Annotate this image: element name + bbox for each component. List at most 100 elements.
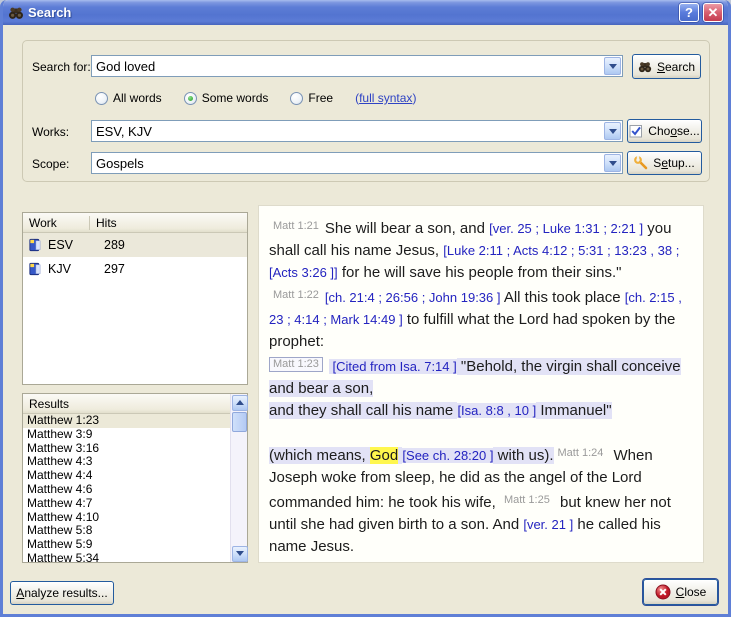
scope-dropdown-button[interactable]	[604, 154, 621, 172]
search-mode-options: All words Some words Free (full syntax)	[95, 91, 416, 105]
radio-label: Free	[308, 91, 333, 105]
table-row[interactable]: ESV 289	[23, 233, 247, 257]
column-header-work: Work	[23, 216, 89, 230]
work-hits: 289	[104, 238, 125, 252]
radio-some-words[interactable]: Some words	[184, 91, 269, 105]
dialog-body: Search for: Search All words	[3, 25, 728, 614]
search-criteria-group: Search for: Search All words	[22, 40, 710, 182]
chevron-down-icon	[236, 551, 244, 556]
close-window-button[interactable]: ✕	[703, 3, 723, 22]
close-button-label: Close	[676, 585, 707, 599]
setup-button[interactable]: Setup...	[627, 151, 702, 175]
help-icon: ?	[685, 5, 693, 20]
verse-paragraph: Matt 1:21 She will bear a son, and [ver. …	[269, 215, 693, 353]
help-button[interactable]: ?	[679, 3, 699, 22]
close-red-icon	[655, 584, 671, 600]
table-row[interactable]: KJV 297	[23, 257, 247, 281]
search-combobox	[91, 55, 623, 77]
scroll-down-button[interactable]	[232, 546, 248, 562]
search-dropdown-button[interactable]	[604, 57, 621, 75]
works-input[interactable]	[92, 124, 603, 139]
verse-preview-pane: Matt 1:21 She will bear a son, and [ver. …	[258, 205, 704, 563]
cross-ref-link[interactable]: [Isa. 8:8 , 10 ]	[457, 403, 536, 418]
checkmark-icon	[629, 124, 643, 138]
radio-label: All words	[113, 91, 162, 105]
results-header-label: Results	[23, 397, 75, 411]
bible-book-icon	[28, 238, 42, 252]
scroll-up-button[interactable]	[232, 395, 248, 411]
result-item[interactable]: Matthew 4:4	[23, 469, 230, 483]
radio-icon	[184, 92, 197, 105]
close-icon: ✕	[708, 5, 719, 21]
verse-text: (which means,	[269, 447, 370, 464]
verse-text: All this took place	[501, 289, 625, 306]
search-input[interactable]	[92, 59, 603, 74]
radio-label: Some words	[202, 91, 269, 105]
radio-icon	[290, 92, 303, 105]
scope-input[interactable]	[92, 156, 603, 171]
scrollbar-thumb[interactable]	[232, 412, 247, 432]
analyze-results-button[interactable]: Analyze results...	[10, 581, 114, 605]
close-button[interactable]: Close	[643, 579, 718, 605]
search-button[interactable]: Search	[632, 54, 701, 79]
choose-button[interactable]: Choose...	[627, 119, 702, 143]
verse-ref: Matt 1:25	[504, 494, 550, 506]
verse-text: with us).	[493, 447, 553, 464]
work-name: KJV	[48, 262, 92, 276]
hits-panel: Work Hits ESV 289 KJV	[22, 212, 248, 385]
verse-ref: Matt 1:21	[273, 220, 319, 232]
bible-book-icon	[28, 262, 42, 276]
result-item[interactable]: Matthew 5:34	[23, 552, 230, 562]
choose-button-label: Choose...	[648, 124, 699, 138]
scope-label: Scope:	[32, 157, 69, 171]
result-item[interactable]: Matthew 4:3	[23, 455, 230, 469]
chevron-down-icon	[609, 64, 617, 69]
result-item[interactable]: Matthew 4:7	[23, 497, 230, 511]
result-item[interactable]: Matthew 5:9	[23, 538, 230, 552]
search-hit-word: God	[370, 447, 398, 464]
search-button-label: Search	[657, 60, 695, 74]
chevron-down-icon	[609, 129, 617, 134]
work-name: ESV	[48, 238, 92, 252]
cross-ref-link[interactable]: [ver. 25 ; Luke 1:31 ; 2:21 ]	[489, 221, 643, 236]
verse-text: She will bear a son, and	[325, 220, 489, 237]
results-scrollbar[interactable]	[230, 394, 247, 562]
hits-panel-header: Work Hits	[23, 213, 247, 233]
results-panel: Results Matthew 1:23 Matthew 3:9 Matthew…	[22, 393, 248, 563]
works-dropdown-button[interactable]	[604, 122, 621, 140]
chevron-down-icon	[609, 161, 617, 166]
results-list: Matthew 1:23 Matthew 3:9 Matthew 3:16 Ma…	[23, 414, 230, 562]
verse-text: for he will save his people from their s…	[338, 264, 622, 281]
search-dialog: Search ? ✕ Search for: Search	[0, 0, 731, 617]
cross-ref-link[interactable]: [See ch. 28:20 ]	[402, 448, 493, 463]
scope-combobox	[91, 152, 623, 174]
results-panel-header: Results	[23, 394, 230, 414]
window-title: Search	[28, 5, 675, 20]
result-item[interactable]: Matthew 5:8	[23, 524, 230, 538]
chevron-up-icon	[236, 400, 244, 405]
result-item[interactable]: Matthew 4:10	[23, 511, 230, 525]
result-item[interactable]: Matthew 3:9	[23, 428, 230, 442]
result-item[interactable]: Matthew 4:6	[23, 483, 230, 497]
verse-paragraph	[269, 422, 693, 442]
verse-ref: Matt 1:23	[269, 357, 323, 372]
cross-ref-link[interactable]: [Cited from Isa. 7:14 ]	[329, 359, 457, 374]
verse-text: Immanuel"	[536, 402, 611, 419]
verse-paragraph: (which means, God [See ch. 28:20 ] with …	[269, 442, 693, 558]
binoculars-icon	[8, 5, 24, 21]
verse-paragraph: Matt 1:23 [Cited from Isa. 7:14 ] "Behol…	[269, 353, 693, 400]
setup-button-label: Setup...	[653, 156, 694, 170]
full-syntax-link[interactable]: (full syntax)	[355, 91, 416, 105]
radio-icon	[95, 92, 108, 105]
radio-all-words[interactable]: All words	[95, 91, 162, 105]
verse-paragraph: and they shall call his name [Isa. 8:8 ,…	[269, 400, 693, 422]
binoculars-icon	[638, 60, 652, 74]
cross-ref-link[interactable]: [ver. 21 ]	[523, 517, 573, 532]
result-item[interactable]: Matthew 1:23	[23, 414, 230, 428]
cross-ref-link[interactable]: [ch. 21:4 ; 26:56 ; John 19:36 ]	[325, 290, 501, 305]
works-combobox	[91, 120, 623, 142]
radio-free[interactable]: Free	[290, 91, 333, 105]
result-item[interactable]: Matthew 3:16	[23, 442, 230, 456]
analyze-button-label: Analyze results...	[16, 586, 107, 600]
titlebar: Search ? ✕	[3, 0, 728, 25]
